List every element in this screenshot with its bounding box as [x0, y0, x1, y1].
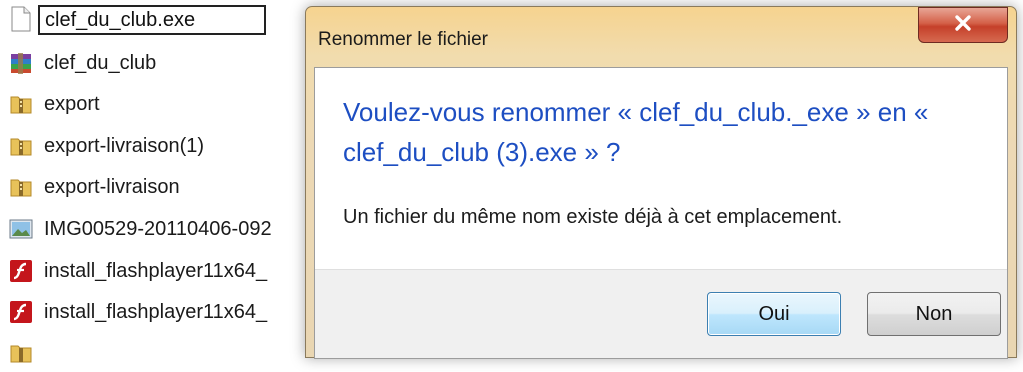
file-row[interactable]: clef_du_club [0, 44, 320, 82]
close-button[interactable] [918, 7, 1008, 43]
zip-folder-icon [8, 91, 34, 117]
file-label: install_flashplayer11x64_ [44, 259, 268, 282]
file-row[interactable]: install_flashplayer11x64_ [0, 293, 320, 331]
close-icon [953, 14, 973, 37]
file-label: clef_du_club [44, 51, 157, 74]
no-button[interactable]: Non [867, 292, 1001, 336]
zip-folder-icon [8, 340, 34, 366]
dialog-title: Renommer le fichier [318, 29, 488, 50]
file-row[interactable]: export [0, 85, 320, 123]
rename-dialog: Renommer le fichier Voulez-vous renommer… [305, 6, 1017, 359]
file-row[interactable]: IMG00529-20110406-092 [0, 210, 320, 248]
image-file-icon [8, 216, 34, 242]
file-row[interactable]: install_flashplayer11x64_ [0, 252, 320, 290]
dialog-titlebar[interactable]: Renommer le fichier [306, 7, 1016, 63]
main-instruction: Voulez-vous renommer « clef_du_club._exe… [343, 97, 929, 167]
rename-input[interactable] [38, 5, 266, 35]
flash-installer-icon [8, 258, 34, 284]
file-label: export-livraison(1) [44, 134, 205, 157]
file-label: install_flashplayer11x64_ [44, 300, 268, 323]
file-row[interactable] [0, 334, 320, 372]
file-label: IMG00529-20110406-092 [44, 217, 272, 240]
zip-folder-icon [8, 174, 34, 200]
file-row-renaming[interactable] [0, 0, 320, 38]
zip-folder-icon [8, 133, 34, 159]
content-text: Un fichier du même nom existe déjà à cet… [343, 206, 843, 228]
winrar-archive-icon [8, 50, 34, 76]
file-label: export [44, 92, 100, 115]
yes-button[interactable]: Oui [707, 292, 841, 336]
flash-installer-icon [8, 299, 34, 325]
dialog-body: Voulez-vous renommer « clef_du_club._exe… [314, 67, 1008, 359]
file-row[interactable]: export-livraison [0, 168, 320, 206]
file-list: clef_du_club export export-livraison(1) … [0, 0, 320, 363]
blank-file-icon [8, 6, 34, 32]
button-area: Oui Non [315, 269, 1007, 358]
file-row[interactable]: export-livraison(1) [0, 127, 320, 165]
file-label: export-livraison [44, 175, 180, 198]
